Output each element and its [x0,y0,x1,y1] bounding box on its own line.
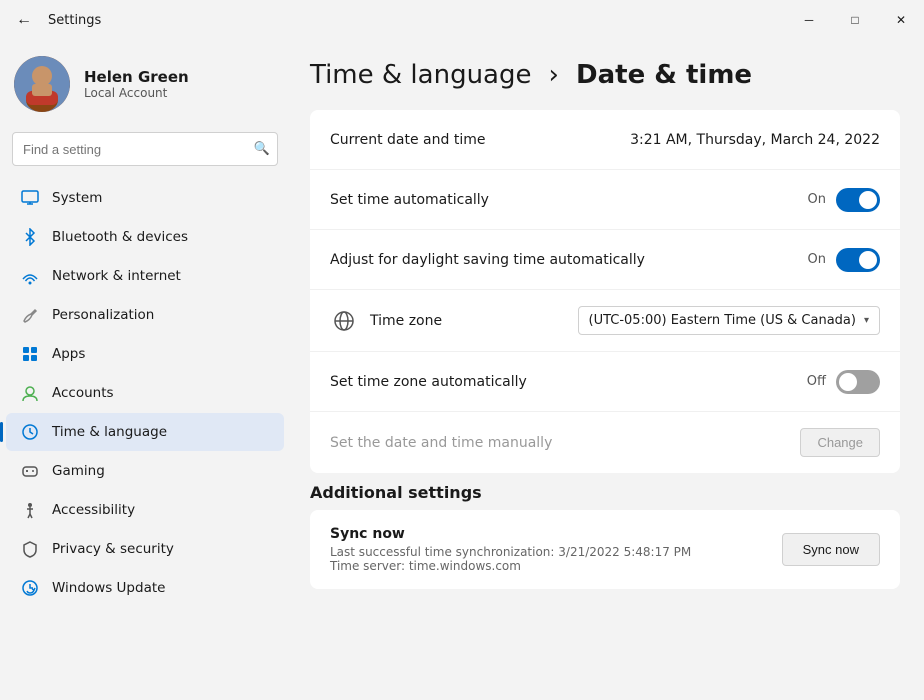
titlebar-left: ← Settings [12,7,101,33]
setting-row-set-manually: Set the date and time manually Change [310,412,900,473]
sidebar-item-network[interactable]: Network & internet [6,257,284,295]
breadcrumb-parent[interactable]: Time & language [310,60,531,90]
search-container: 🔍 [12,132,278,166]
titlebar-title: Settings [48,13,101,28]
update-icon [20,578,40,598]
maximize-button[interactable]: □ [832,0,878,40]
avatar [14,56,70,112]
titlebar-controls: ─ □ ✕ [786,0,924,40]
sidebar-item-accounts-label: Accounts [52,385,114,401]
sidebar-nav: System Bluetooth & devices Network & int… [0,178,290,608]
sidebar-item-network-label: Network & internet [52,268,181,284]
settings-section-main: Current date and time 3:21 AM, Thursday,… [310,110,900,473]
chevron-down-icon: ▾ [864,315,869,326]
sidebar-item-personalization[interactable]: Personalization [6,296,284,334]
sidebar: Helen Green Local Account 🔍 System [0,40,290,700]
sync-info: Sync now Last successful time synchroniz… [330,526,691,573]
setting-row-timezone: Time zone (UTC-05:00) Eastern Time (US &… [310,290,900,352]
sidebar-item-time[interactable]: Time & language [6,413,284,451]
close-button[interactable]: ✕ [878,0,924,40]
setting-row-set-time-auto: Set time automatically On [310,170,900,230]
accessibility-icon [20,500,40,520]
additional-settings-label: Additional settings [310,483,900,502]
current-datetime-label: Current date and time [330,132,485,148]
set-manually-label: Set the date and time manually [330,435,552,451]
set-timezone-auto-right: Off [804,370,880,394]
sidebar-item-accounts[interactable]: Accounts [6,374,284,412]
network-icon [20,266,40,286]
back-button[interactable]: ← [12,7,36,33]
sidebar-item-privacy[interactable]: Privacy & security [6,530,284,568]
minimize-button[interactable]: ─ [786,0,832,40]
sidebar-item-accessibility-label: Accessibility [52,502,135,518]
titlebar: ← Settings ─ □ ✕ [0,0,924,40]
sidebar-item-gaming[interactable]: Gaming [6,452,284,490]
main-layout: Helen Green Local Account 🔍 System [0,40,924,700]
set-time-auto-toggle[interactable] [836,188,880,212]
sidebar-item-update[interactable]: Windows Update [6,569,284,607]
apps-icon [20,344,40,364]
user-info: Helen Green Local Account [84,68,189,100]
user-name: Helen Green [84,68,189,86]
brush-icon [20,305,40,325]
set-timezone-auto-toggle-label: Off [804,374,826,389]
set-time-auto-label: Set time automatically [330,192,489,208]
user-account-type: Local Account [84,86,189,100]
toggle-thumb [859,251,877,269]
sidebar-item-bluetooth[interactable]: Bluetooth & devices [6,218,284,256]
sidebar-item-system-label: System [52,190,102,206]
monitor-icon [20,188,40,208]
setting-row-set-timezone-auto: Set time zone automatically Off [310,352,900,412]
sidebar-item-apps[interactable]: Apps [6,335,284,373]
sidebar-item-apps-label: Apps [52,346,85,362]
gaming-icon [20,461,40,481]
setting-row-current-datetime: Current date and time 3:21 AM, Thursday,… [310,110,900,170]
accounts-icon [20,383,40,403]
sync-title: Sync now [330,526,691,542]
time-icon [20,422,40,442]
content-area: Time & language › Date & time Current da… [290,40,924,700]
sync-detail-line2: Time server: time.windows.com [330,559,691,573]
set-time-auto-toggle-label: On [804,192,826,207]
daylight-toggle[interactable] [836,248,880,272]
breadcrumb-separator: › [549,60,559,90]
timezone-dropdown[interactable]: (UTC-05:00) Eastern Time (US & Canada) ▾ [578,306,881,335]
setting-row-daylight: Adjust for daylight saving time automati… [310,230,900,290]
sidebar-item-gaming-label: Gaming [52,463,105,479]
sidebar-item-personalization-label: Personalization [52,307,154,323]
sync-detail-line1: Last successful time synchronization: 3/… [330,545,691,559]
sidebar-item-update-label: Windows Update [52,580,165,596]
timezone-label: Time zone [370,313,442,329]
page-header: Time & language › Date & time [310,60,900,90]
sidebar-item-bluetooth-label: Bluetooth & devices [52,229,188,245]
current-datetime-value: 3:21 AM, Thursday, March 24, 2022 [630,132,880,148]
sidebar-item-time-label: Time & language [52,424,167,440]
breadcrumb-current: Date & time [576,60,752,90]
page-title: Time & language › Date & time [310,60,900,90]
timezone-icon [330,307,358,335]
change-button[interactable]: Change [800,428,880,457]
timezone-label-wrap: Time zone [330,307,442,335]
sidebar-item-privacy-label: Privacy & security [52,541,174,557]
sync-now-button[interactable]: Sync now [782,533,880,566]
toggle-thumb [859,191,877,209]
sidebar-item-system[interactable]: System [6,179,284,217]
daylight-right: On [804,248,880,272]
sidebar-item-accessibility[interactable]: Accessibility [6,491,284,529]
timezone-value: (UTC-05:00) Eastern Time (US & Canada) [589,313,856,328]
set-time-auto-right: On [804,188,880,212]
privacy-icon [20,539,40,559]
bluetooth-icon [20,227,40,247]
user-profile[interactable]: Helen Green Local Account [0,40,290,132]
daylight-label: Adjust for daylight saving time automati… [330,252,645,268]
toggle-thumb [839,373,857,391]
set-timezone-auto-label: Set time zone automatically [330,374,527,390]
search-icon: 🔍 [254,142,270,157]
sync-card: Sync now Last successful time synchroniz… [310,510,900,589]
additional-settings: Additional settings Sync now Last succes… [310,483,900,589]
set-timezone-auto-toggle[interactable] [836,370,880,394]
daylight-toggle-label: On [804,252,826,267]
search-input[interactable] [12,132,278,166]
